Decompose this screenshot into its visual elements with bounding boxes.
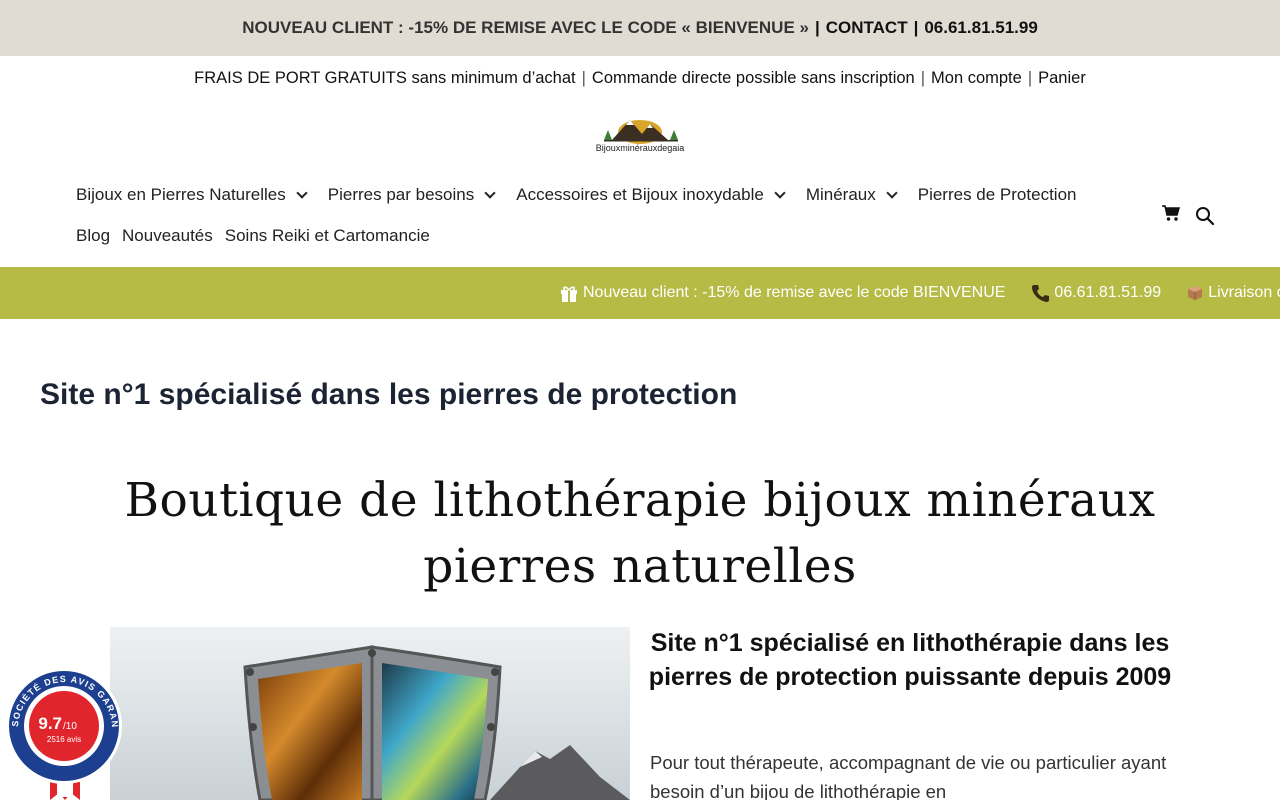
chevron-down-icon[interactable] — [886, 187, 898, 199]
ticker-delivery: Livraison offe — [1187, 284, 1280, 302]
nav-item-blog[interactable]: Blog — [76, 226, 110, 246]
nav-item-accessoires[interactable]: Accessoires et Bijoux inoxydable — [516, 185, 794, 205]
nav-item-nouveautes[interactable]: Nouveautés — [122, 226, 213, 246]
cart-link[interactable]: Panier — [1038, 69, 1086, 88]
search-icon[interactable] — [1195, 206, 1215, 226]
reviews-badge[interactable]: SOCIÉTÉ DES AVIS GARANTIS 9.7 /10 2516 a… — [4, 667, 126, 800]
package-icon — [1188, 286, 1203, 300]
nav-item-bijoux[interactable]: Bijoux en Pierres Naturelles — [76, 185, 316, 205]
direct-order-text: Commande directe possible sans inscripti… — [591, 68, 915, 87]
ticker-phone[interactable]: 06.61.81.51.99 — [1031, 284, 1161, 302]
protection-shield-image — [110, 627, 630, 800]
chevron-down-icon[interactable] — [484, 187, 496, 199]
info-bar: FRAIS DE PORT GRATUITS sans minimum d’ac… — [194, 68, 1086, 88]
nav-item-pierres-besoins[interactable]: Pierres par besoins — [328, 185, 504, 205]
badge-score: 9.7 — [38, 714, 62, 733]
free-shipping-text: FRAIS DE PORT GRATUITS sans minimum d’ac… — [194, 68, 576, 87]
page-title: Boutique de lithothérapie bijoux minérau… — [124, 473, 1156, 594]
nav-item-mineraux[interactable]: Minéraux — [806, 185, 906, 205]
phone-link[interactable]: 06.61.81.51.99 — [924, 18, 1037, 38]
chevron-down-icon[interactable] — [296, 187, 308, 199]
badge-count: 2516 avis — [47, 735, 81, 744]
main-nav: Bijoux en Pierres Naturelles Pierres par… — [76, 180, 1136, 262]
phone-icon — [1032, 285, 1050, 302]
nav-item-protection[interactable]: Pierres de Protection — [918, 185, 1077, 205]
nav-item-soins-reiki[interactable]: Soins Reiki et Cartomancie — [225, 226, 430, 246]
hero-image — [110, 627, 630, 800]
intro-paragraph: Pour tout thérapeute, accompagnant de vi… — [650, 752, 1167, 800]
chevron-down-icon[interactable] — [774, 187, 786, 199]
contact-link[interactable]: CONTACT — [826, 18, 908, 38]
cart-icon[interactable] — [1161, 204, 1181, 222]
ticker-promo: Nouveau client : -15% de remise avec le … — [560, 284, 1005, 302]
promo-text: NOUVEAU CLIENT : -15% DE REMISE AVEC LE … — [242, 18, 809, 37]
section-subtitle: Site n°1 spécialisé en lithothérapie dan… — [648, 629, 1172, 691]
top-promo-bar: NOUVEAU CLIENT : -15% DE REMISE AVEC LE … — [0, 0, 1280, 56]
nav-row-2: Blog Nouveautés Soins Reiki et Cartomanc… — [76, 221, 1136, 251]
nav-row-1: Bijoux en Pierres Naturelles Pierres par… — [76, 180, 1136, 210]
badge-scale: /10 — [63, 721, 77, 732]
section-headline: Site n°1 spécialisé dans les pierres de … — [40, 378, 738, 411]
announcement-ticker: Nouveau client : -15% de remise avec le … — [0, 267, 1280, 319]
logo-text[interactable]: Bijouxminérauxdegaia — [584, 143, 696, 153]
gift-icon — [561, 285, 577, 302]
my-account-link[interactable]: Mon compte — [931, 69, 1022, 88]
